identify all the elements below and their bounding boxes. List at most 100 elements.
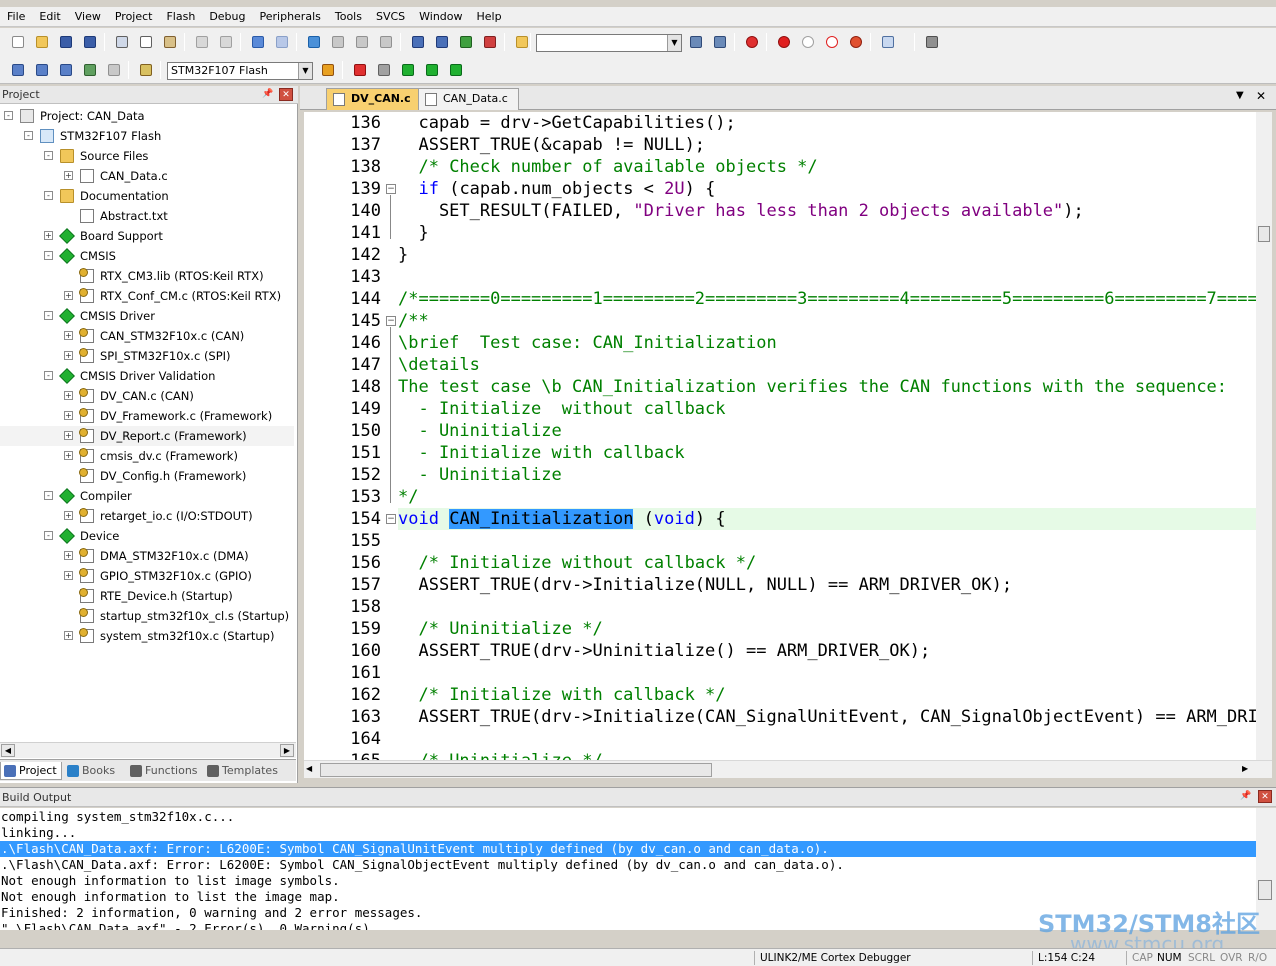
open-folder-icon[interactable]: [34, 34, 50, 50]
collapse-icon[interactable]: -: [44, 191, 53, 200]
code-line[interactable]: [398, 596, 1256, 618]
code-editor[interactable]: 136 137 138 139−140 141 142 143 144 145−146 147 14…: [304, 112, 1256, 760]
code-line[interactable]: - Initialize with callback: [398, 442, 1256, 464]
editor-tab-dv-can-c[interactable]: DV_CAN.c: [326, 88, 422, 110]
code-line[interactable]: /* Initialize without callback */: [398, 552, 1256, 574]
collapse-icon[interactable]: -: [44, 371, 53, 380]
save-all-icon[interactable]: [82, 34, 98, 50]
find-combo[interactable]: ▼: [536, 34, 682, 52]
breakpoint-icon[interactable]: [776, 34, 792, 50]
fold-icon[interactable]: −: [386, 316, 396, 326]
tab-project[interactable]: Project: [0, 762, 62, 780]
code-line[interactable]: ASSERT_TRUE(drv->Initialize(NULL, NULL) …: [398, 574, 1256, 596]
tree-item[interactable]: - Source Files: [0, 146, 294, 166]
tree-item[interactable]: - STM32F107 Flash: [0, 126, 294, 146]
code-line[interactable]: ASSERT_TRUE(drv->Initialize(CAN_SignalUn…: [398, 706, 1256, 728]
tree-item[interactable]: + DV_Report.c (Framework): [0, 426, 294, 446]
pin-icon[interactable]: 📌: [1240, 790, 1252, 802]
scroll-right-icon[interactable]: ▶: [1242, 764, 1248, 773]
paste-icon[interactable]: [162, 34, 178, 50]
tree-item[interactable]: - Project: CAN_Data: [0, 106, 294, 126]
expand-icon[interactable]: +: [64, 331, 73, 340]
undo-icon[interactable]: [194, 34, 210, 50]
code-line[interactable]: /* Uninitialize */: [398, 618, 1256, 640]
expand-icon[interactable]: +: [64, 391, 73, 400]
tree-item[interactable]: RTE_Device.h (Startup): [0, 586, 294, 606]
collapse-icon[interactable]: -: [4, 111, 13, 120]
collapse-icon[interactable]: -: [44, 531, 53, 540]
expand-icon[interactable]: +: [64, 571, 73, 580]
build-output-line[interactable]: .\Flash\CAN_Data.axf: Error: L6200E: Sym…: [0, 857, 1256, 873]
menu-help[interactable]: Help: [470, 7, 509, 27]
fold-icon[interactable]: −: [386, 184, 396, 194]
code-line[interactable]: - Initialize without callback: [398, 398, 1256, 420]
tree-item[interactable]: startup_stm32f10x_cl.s (Startup): [0, 606, 294, 626]
code-line[interactable]: [398, 662, 1256, 684]
build-output-line[interactable]: compiling system_stm32f10x.c...: [0, 809, 1256, 825]
code-line[interactable]: /**: [398, 310, 1256, 332]
rebuild-icon[interactable]: [58, 62, 74, 78]
expand-icon[interactable]: +: [64, 431, 73, 440]
manage-rte-icon[interactable]: [400, 62, 416, 78]
code-line[interactable]: ASSERT_TRUE(&capab != NULL);: [398, 134, 1256, 156]
prev-bookmark-icon[interactable]: [330, 34, 346, 50]
code-line[interactable]: - Uninitialize: [398, 420, 1256, 442]
code-line[interactable]: }: [398, 244, 1256, 266]
collapse-icon[interactable]: -: [44, 491, 53, 500]
tree-item[interactable]: + CAN_STM32F10x.c (CAN): [0, 326, 294, 346]
disable-all-breakpoints-icon[interactable]: [848, 34, 864, 50]
batch-build-icon[interactable]: [82, 62, 98, 78]
menu-view[interactable]: View: [68, 7, 108, 27]
indent-icon[interactable]: [410, 34, 426, 50]
tree-item[interactable]: - CMSIS: [0, 246, 294, 266]
new-file-icon[interactable]: [10, 34, 26, 50]
clear-bookmarks-icon[interactable]: [378, 34, 394, 50]
tree-item[interactable]: - CMSIS Driver Validation: [0, 366, 294, 386]
tree-item[interactable]: + GPIO_STM32F10x.c (GPIO): [0, 566, 294, 586]
code-line[interactable]: capab = drv->GetCapabilities();: [398, 112, 1256, 134]
editor-vscroll[interactable]: [1256, 112, 1272, 760]
next-bookmark-icon[interactable]: [354, 34, 370, 50]
build-output-line[interactable]: Finished: 2 information, 0 warning and 2…: [0, 905, 1256, 921]
pin-icon[interactable]: 📌: [262, 88, 274, 100]
code-line[interactable]: [398, 530, 1256, 552]
menu-peripherals[interactable]: Peripherals: [253, 7, 328, 27]
navigate-forward-icon[interactable]: [274, 34, 290, 50]
build-output-vscroll[interactable]: [1256, 808, 1276, 930]
collapse-icon[interactable]: -: [44, 151, 53, 160]
expand-icon[interactable]: +: [64, 171, 73, 180]
code-line[interactable]: /*=======0=========1=========2=========3…: [398, 288, 1256, 310]
file-extensions-icon[interactable]: [376, 62, 392, 78]
tree-item[interactable]: + retarget_io.c (I/O:STDOUT): [0, 506, 294, 526]
tab-templates[interactable]: Templates: [204, 762, 278, 780]
close-icon[interactable]: ✕: [1256, 89, 1266, 103]
scroll-left-icon[interactable]: ◀: [306, 764, 312, 773]
tree-item[interactable]: RTX_CM3.lib (RTOS:Keil RTX): [0, 266, 294, 286]
tab-functions[interactable]: Functions: [127, 762, 198, 780]
translate-icon[interactable]: [10, 62, 26, 78]
tab-books[interactable]: Books: [64, 762, 115, 780]
editor-vscroll-thumb[interactable]: [1258, 226, 1270, 242]
code-line[interactable]: - Uninitialize: [398, 464, 1256, 486]
code-line[interactable]: [398, 728, 1256, 750]
debug-session-icon[interactable]: [744, 34, 760, 50]
chevron-down-icon[interactable]: ▼: [667, 35, 681, 51]
code-line[interactable]: if (capab.num_objects < 2U) {: [398, 178, 1256, 200]
collapse-icon[interactable]: -: [44, 311, 53, 320]
code-line[interactable]: /* Check number of available objects */: [398, 156, 1256, 178]
code-line[interactable]: /* Uninitialize */: [398, 750, 1256, 760]
build-output[interactable]: compiling system_stm32f10x.c... linking..…: [0, 808, 1256, 930]
code-line[interactable]: ASSERT_TRUE(drv->Uninitialize() == ARM_D…: [398, 640, 1256, 662]
tree-item[interactable]: + SPI_STM32F10x.c (SPI): [0, 346, 294, 366]
editor-hscroll[interactable]: ◀ ▶: [304, 760, 1272, 778]
incremental-find-icon[interactable]: [712, 34, 728, 50]
code-line[interactable]: }: [398, 222, 1256, 244]
cut-icon[interactable]: [114, 34, 130, 50]
window-layout-icon[interactable]: [880, 34, 896, 50]
tree-item[interactable]: + DV_CAN.c (CAN): [0, 386, 294, 406]
expand-icon[interactable]: +: [64, 291, 73, 300]
tree-item[interactable]: - Documentation: [0, 186, 294, 206]
tree-item[interactable]: + cmsis_dv.c (Framework): [0, 446, 294, 466]
find-in-files-icon[interactable]: [514, 34, 530, 50]
uncomment-icon[interactable]: [482, 34, 498, 50]
